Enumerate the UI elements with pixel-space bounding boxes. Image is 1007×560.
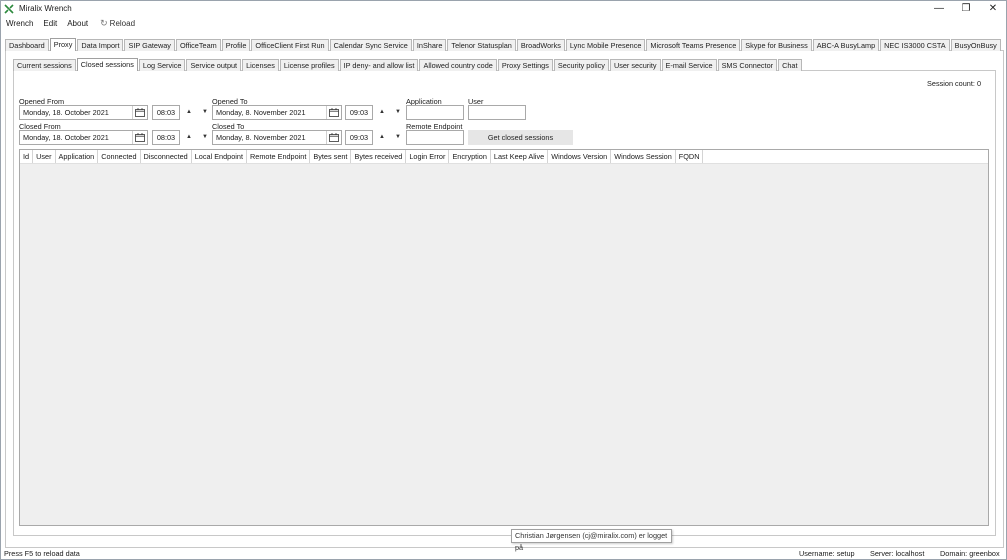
tab-microsoft-teams-presence[interactable]: Microsoft Teams Presence bbox=[646, 39, 741, 51]
opened-to-date-picker[interactable]: Monday, 8. November 2021 bbox=[212, 105, 342, 120]
tab-email-service[interactable]: E-mail Service bbox=[661, 59, 717, 71]
proxy-sub-tab-strip: Current sessions Closed sessions Log Ser… bbox=[13, 58, 803, 71]
tab-proxy-settings[interactable]: Proxy Settings bbox=[497, 59, 553, 71]
opened-to-date-value: Monday, 8. November 2021 bbox=[216, 108, 306, 117]
reload-button[interactable]: ↻ Reload bbox=[95, 18, 140, 29]
tab-data-import[interactable]: Data Import bbox=[77, 39, 124, 51]
tab-proxy[interactable]: Proxy bbox=[49, 38, 77, 51]
minimize-button[interactable]: — bbox=[926, 1, 952, 16]
closed-to-date-value: Monday, 8. November 2021 bbox=[216, 133, 306, 142]
tab-dashboard[interactable]: Dashboard bbox=[5, 39, 49, 51]
tab-chat[interactable]: Chat bbox=[778, 59, 802, 71]
status-bar: Press F5 to reload data Username: setup … bbox=[1, 547, 1006, 560]
main-tab-strip: Dashboard Proxy Data Import SIP Gateway … bbox=[5, 38, 1002, 51]
tab-telenor-statusplan[interactable]: Telenor Statusplan bbox=[447, 39, 516, 51]
opened-from-time-up-button[interactable]: ▲ bbox=[182, 105, 196, 120]
column-header-encryption[interactable]: Encryption bbox=[449, 150, 491, 163]
column-header-bytes-received[interactable]: Bytes received bbox=[351, 150, 407, 163]
tab-licenses[interactable]: Licenses bbox=[242, 59, 279, 71]
closed-to-time-field[interactable]: 09:03 bbox=[345, 130, 373, 145]
logged-in-tooltip: Christian Jørgensen (cj@miralix.com) er … bbox=[511, 529, 672, 552]
application-input[interactable] bbox=[406, 105, 464, 120]
opened-from-time-field[interactable]: 08:03 bbox=[152, 105, 180, 120]
tab-officeclient-first-run[interactable]: OfficeClient First Run bbox=[251, 39, 329, 51]
tab-log-service[interactable]: Log Service bbox=[138, 59, 186, 71]
remote-endpoint-input[interactable] bbox=[406, 130, 464, 145]
closed-to-date-picker[interactable]: Monday, 8. November 2021 bbox=[212, 130, 342, 145]
menu-edit[interactable]: Edit bbox=[38, 19, 62, 28]
column-header-login-error[interactable]: Login Error bbox=[406, 150, 450, 163]
column-header-remote-endpoint[interactable]: Remote Endpoint bbox=[247, 150, 311, 163]
column-header-connected[interactable]: Connected bbox=[98, 150, 141, 163]
reload-label: Reload bbox=[109, 19, 136, 28]
opened-from-time-down-button[interactable]: ▼ bbox=[198, 105, 212, 120]
status-server: Server: localhost bbox=[870, 549, 925, 558]
tab-current-sessions[interactable]: Current sessions bbox=[13, 59, 76, 71]
tab-sms-connector[interactable]: SMS Connector bbox=[717, 59, 778, 71]
closed-from-date-value: Monday, 18. October 2021 bbox=[23, 133, 109, 142]
column-header-bytes-sent[interactable]: Bytes sent bbox=[310, 150, 352, 163]
closed-from-time-field[interactable]: 08:03 bbox=[152, 130, 180, 145]
column-header-windows-session[interactable]: Windows Session bbox=[611, 150, 676, 163]
tab-ip-deny-allow-list[interactable]: IP deny- and allow list bbox=[339, 59, 419, 71]
tab-closed-sessions[interactable]: Closed sessions bbox=[76, 58, 138, 71]
column-header-fqdn[interactable]: FQDN bbox=[676, 150, 704, 163]
opened-to-time-up-button[interactable]: ▲ bbox=[375, 105, 389, 120]
tab-nec-is3000-csta[interactable]: NEC IS3000 CSTA bbox=[880, 39, 950, 51]
column-header-last-keep-alive[interactable]: Last Keep Alive bbox=[491, 150, 549, 163]
column-header-application[interactable]: Application bbox=[56, 150, 99, 163]
tab-broadworks[interactable]: BroadWorks bbox=[516, 39, 565, 51]
closed-from-time-down-button[interactable]: ▼ bbox=[198, 130, 212, 145]
restore-button[interactable]: ❐ bbox=[953, 1, 979, 16]
tab-user-security[interactable]: User security bbox=[609, 59, 661, 71]
status-domain: Domain: greenbox bbox=[940, 549, 1000, 558]
column-header-local-endpoint[interactable]: Local Endpoint bbox=[192, 150, 247, 163]
column-header-windows-version[interactable]: Windows Version bbox=[548, 150, 612, 163]
session-count: Session count: 0 bbox=[927, 79, 981, 88]
tab-service-output[interactable]: Service output bbox=[186, 59, 242, 71]
tab-calendar-sync-service[interactable]: Calendar Sync Service bbox=[329, 39, 412, 51]
calendar-icon[interactable] bbox=[132, 131, 147, 144]
tab-inshare[interactable]: InShare bbox=[412, 39, 447, 51]
close-button[interactable]: ✕ bbox=[980, 1, 1006, 16]
get-closed-sessions-button[interactable]: Get closed sessions bbox=[468, 130, 573, 145]
column-header-id[interactable]: Id bbox=[20, 150, 34, 163]
closed-to-time-up-button[interactable]: ▲ bbox=[375, 130, 389, 145]
user-input[interactable] bbox=[468, 105, 526, 120]
tab-allowed-country-code[interactable]: Allowed country code bbox=[419, 59, 497, 71]
closed-sessions-grid[interactable]: Id User Application Connected Disconnect… bbox=[19, 149, 989, 526]
menu-about[interactable]: About bbox=[62, 19, 93, 28]
opened-to-time-down-button[interactable]: ▼ bbox=[391, 105, 405, 120]
refresh-icon: ↻ bbox=[100, 18, 108, 28]
calendar-icon[interactable] bbox=[132, 106, 147, 119]
tab-security-policy[interactable]: Security policy bbox=[553, 59, 609, 71]
status-hint: Press F5 to reload data bbox=[4, 549, 80, 558]
menu-wrench[interactable]: Wrench bbox=[1, 19, 38, 28]
tab-license-profiles[interactable]: License profiles bbox=[279, 59, 339, 71]
tab-abc-a-busylamp[interactable]: ABC-A BusyLamp bbox=[812, 39, 880, 51]
closed-to-time-down-button[interactable]: ▼ bbox=[391, 130, 405, 145]
tab-officeteam[interactable]: OfficeTeam bbox=[175, 39, 221, 51]
application-window: Miralix Wrench — ❐ ✕ Wrench Edit About ↻… bbox=[0, 0, 1007, 560]
opened-to-time-field[interactable]: 09:03 bbox=[345, 105, 373, 120]
calendar-icon[interactable] bbox=[326, 131, 341, 144]
status-username: Username: setup bbox=[799, 549, 855, 558]
calendar-icon[interactable] bbox=[326, 106, 341, 119]
window-title: Miralix Wrench bbox=[19, 4, 72, 13]
tab-profile[interactable]: Profile bbox=[221, 39, 251, 51]
closed-from-time-up-button[interactable]: ▲ bbox=[182, 130, 196, 145]
wrench-app-icon bbox=[4, 3, 14, 14]
closed-from-date-picker[interactable]: Monday, 18. October 2021 bbox=[19, 130, 148, 145]
tab-sip-gateway[interactable]: SIP Gateway bbox=[124, 39, 175, 51]
opened-from-date-value: Monday, 18. October 2021 bbox=[23, 108, 109, 117]
column-header-disconnected[interactable]: Disconnected bbox=[141, 150, 192, 163]
menu-bar: Wrench Edit About ↻ Reload bbox=[1, 17, 1006, 30]
opened-from-date-picker[interactable]: Monday, 18. October 2021 bbox=[19, 105, 148, 120]
tab-busyonbusy[interactable]: BusyOnBusy bbox=[950, 39, 1001, 51]
tab-lync-mobile-presence[interactable]: Lync Mobile Presence bbox=[565, 39, 646, 51]
title-bar: Miralix Wrench bbox=[1, 1, 1006, 16]
column-header-user[interactable]: User bbox=[33, 150, 56, 163]
grid-header-row: Id User Application Connected Disconnect… bbox=[20, 150, 988, 164]
tab-skype-for-business[interactable]: Skype for Business bbox=[741, 39, 812, 51]
